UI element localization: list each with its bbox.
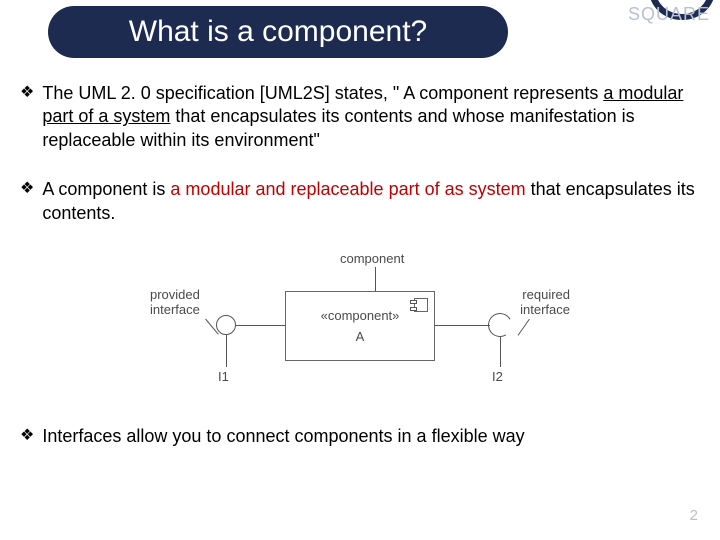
bullet-2-pre: A component is — [42, 179, 170, 199]
uml-component-diagram: component provided interface required in… — [150, 251, 570, 401]
diamond-bullet-icon: ❖ — [20, 428, 34, 444]
component-name: A — [356, 329, 365, 344]
diamond-bullet-icon: ❖ — [20, 85, 34, 101]
component-stereotype: «component» — [321, 308, 400, 323]
provided-lollipop — [216, 315, 236, 335]
bullet-3-text: Interfaces allow you to connect componen… — [42, 425, 524, 448]
leader-component — [375, 267, 376, 291]
watermark: SQUARE — [628, 4, 710, 25]
required-socket — [485, 310, 514, 339]
bullet-3: ❖ Interfaces allow you to connect compon… — [20, 425, 700, 448]
slide-title: What is a component? — [48, 6, 508, 58]
connector-left — [236, 325, 285, 326]
page-number: 2 — [690, 507, 698, 524]
bullet-2-emph: a modular and replaceable part of as sys… — [170, 179, 525, 199]
bullet-1: ❖ The UML 2. 0 specification [UML2S] sta… — [20, 82, 700, 152]
leader-i2 — [500, 337, 501, 367]
label-required: required interface — [520, 287, 570, 317]
bullet-1-pre: The UML 2. 0 specification [UML2S] state… — [42, 83, 603, 103]
component-box: «component» A — [285, 291, 435, 361]
leader-i1 — [226, 335, 227, 367]
bullet-2-text: A component is a modular and replaceable… — [42, 178, 700, 225]
label-component: component — [340, 251, 404, 266]
label-i1: I1 — [218, 369, 229, 384]
diamond-bullet-icon: ❖ — [20, 181, 34, 197]
component-icon — [414, 298, 428, 312]
bullet-2: ❖ A component is a modular and replaceab… — [20, 178, 700, 225]
slide-body: ❖ The UML 2. 0 specification [UML2S] sta… — [20, 82, 700, 474]
label-i2: I2 — [492, 369, 503, 384]
leader-required — [518, 319, 530, 336]
bullet-1-text: The UML 2. 0 specification [UML2S] state… — [42, 82, 700, 152]
label-provided: provided interface — [150, 287, 200, 317]
connector-right — [435, 325, 490, 326]
